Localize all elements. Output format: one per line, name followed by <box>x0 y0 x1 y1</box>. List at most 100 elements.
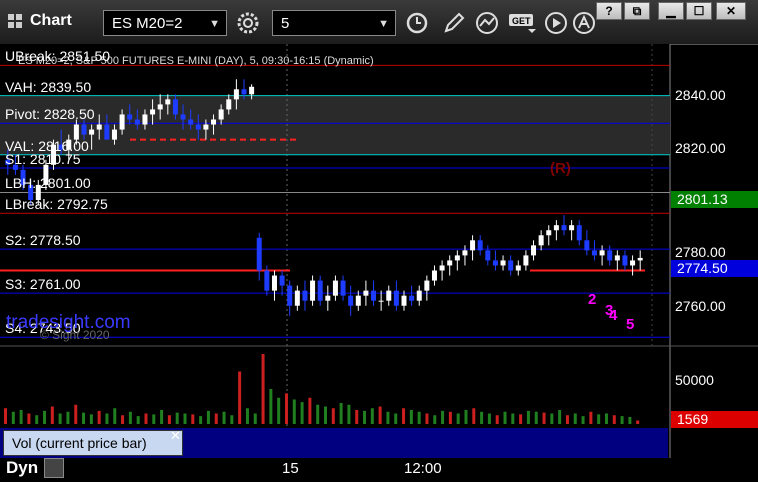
candle-body <box>355 295 361 306</box>
settings-icon[interactable] <box>44 458 64 478</box>
volume-bar <box>277 397 281 424</box>
volume-bar <box>308 397 312 424</box>
volume-label[interactable]: Vol (current price bar) <box>3 430 183 456</box>
volume-bar <box>402 408 406 424</box>
candle-body <box>531 245 537 256</box>
volume-bar <box>542 412 546 424</box>
price-tag-lbh: 2801.13 <box>671 191 758 208</box>
volume-bar <box>58 413 62 424</box>
candle-body <box>142 114 148 125</box>
level-label: Pivot: 2828.50 <box>5 106 95 123</box>
candle-body <box>401 295 407 306</box>
candle-body <box>614 255 620 261</box>
level-label: LBreak: 2792.75 <box>5 196 108 213</box>
volume-bar <box>565 415 569 424</box>
level-label: UBreak: 2851.50 <box>5 48 111 65</box>
candle-body <box>477 240 483 251</box>
volume-bar <box>526 410 530 424</box>
sequence-mark: 5 <box>626 316 635 333</box>
candle-body <box>630 260 636 266</box>
volume-bar <box>11 411 15 424</box>
volume-bar <box>199 416 203 424</box>
price-tick: 2780.00 <box>675 244 726 260</box>
candle-body <box>363 290 369 296</box>
volume-bar <box>441 410 445 424</box>
candle-body <box>226 99 232 110</box>
candle-body <box>332 280 338 296</box>
candle-body <box>462 250 468 256</box>
candle-body <box>271 275 277 291</box>
volume-bar <box>628 417 632 424</box>
candle-body <box>325 295 331 301</box>
candle-body <box>310 280 316 301</box>
candle-body <box>211 119 217 125</box>
volume-bar <box>363 410 367 424</box>
volume-bar <box>113 408 117 424</box>
volume-bar <box>128 411 132 424</box>
candle-body <box>637 257 643 261</box>
volume-bar <box>550 413 554 424</box>
volume-bar <box>378 406 382 424</box>
candle-body <box>279 275 285 286</box>
volume-bar <box>261 354 265 424</box>
candle-body <box>111 129 117 140</box>
dynamic-mode-label[interactable]: Dyn <box>6 458 38 478</box>
volume-bar <box>417 411 421 424</box>
volume-bar <box>74 404 78 424</box>
price-tick: 2840.00 <box>675 87 726 103</box>
volume-bar <box>472 408 476 424</box>
candle-body <box>515 265 521 271</box>
candle-body <box>287 285 293 306</box>
volume-bar <box>620 416 624 424</box>
candle-body <box>127 114 133 120</box>
volume-bar <box>27 413 31 424</box>
candle-body <box>157 104 163 110</box>
volume-bar <box>324 406 327 424</box>
volume-bar <box>19 410 23 424</box>
volume-bar <box>573 413 577 424</box>
volume-bar <box>292 399 296 424</box>
close-icon[interactable]: ✕ <box>170 428 181 444</box>
candle-body <box>386 290 392 301</box>
level-label: LBH: 2801.00 <box>5 175 91 192</box>
candle-body <box>454 255 460 261</box>
candle-body <box>195 124 201 130</box>
candle-body <box>294 290 300 306</box>
price-tick: 2820.00 <box>675 140 726 156</box>
candle-body <box>81 124 87 135</box>
x-tick: 15 <box>282 460 299 477</box>
volume-bar <box>66 411 70 424</box>
candle-body <box>348 295 354 306</box>
candle-body <box>89 129 95 135</box>
candle-body <box>241 89 247 95</box>
candle-body <box>165 99 171 105</box>
candle-body <box>393 290 399 306</box>
candle-body <box>470 240 476 251</box>
volume-bar <box>581 416 585 424</box>
candle-body <box>439 265 445 271</box>
volume-bar <box>480 411 484 424</box>
volume-bar <box>167 415 171 424</box>
volume-bar <box>183 413 187 424</box>
volume-bar <box>503 411 507 424</box>
volume-bar <box>214 413 218 424</box>
volume-bar <box>331 408 335 424</box>
volume-bar <box>121 415 125 424</box>
volume-bar <box>89 414 93 424</box>
volume-bar <box>4 408 7 424</box>
volume-bar <box>511 413 515 424</box>
price-chart[interactable] <box>0 0 758 482</box>
candle-body <box>569 225 575 231</box>
candle-body <box>485 250 491 261</box>
volume-bar <box>448 411 452 424</box>
volume-bar <box>191 414 195 424</box>
volume-bar <box>230 415 234 424</box>
volume-bar <box>136 416 140 424</box>
candle-body <box>576 225 582 241</box>
volume-bar <box>175 412 179 424</box>
candle-body <box>340 280 346 296</box>
level-label: S3: 2761.00 <box>5 276 81 293</box>
volume-bar <box>238 371 242 424</box>
candle-body <box>371 290 377 301</box>
volume-bar <box>206 410 210 424</box>
